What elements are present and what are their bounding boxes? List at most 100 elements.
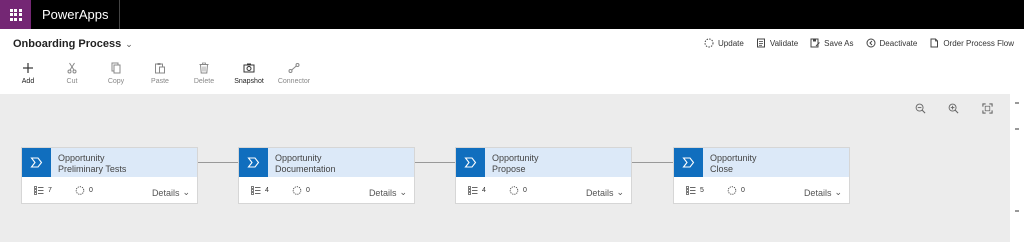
stage-name: Opportunity Close xyxy=(710,153,757,175)
snapshot-label: Snapshot xyxy=(234,78,264,85)
paste-icon xyxy=(155,63,165,74)
steps-count-value: 7 xyxy=(48,187,52,194)
update-label: Update xyxy=(718,38,744,48)
scissors-icon xyxy=(67,62,77,74)
validate-icon xyxy=(756,38,765,48)
stage-card[interactable]: Opportunity Propose 4 0 Details ⌄ xyxy=(455,147,632,204)
steps-list-icon xyxy=(251,186,261,195)
app-header-bar: PowerApps xyxy=(0,0,1024,29)
snapshot-button[interactable]: Snapshot xyxy=(226,62,272,85)
stage-footer: 7 0 Details ⌄ xyxy=(22,177,197,205)
process-title-dropdown[interactable]: Onboarding Process ⌄ xyxy=(13,38,133,50)
fit-to-screen-button[interactable] xyxy=(982,101,996,115)
validate-button[interactable]: Validate xyxy=(756,38,798,48)
trash-icon xyxy=(199,62,209,74)
validate-label: Validate xyxy=(769,38,799,48)
details-toggle[interactable]: Details ⌄ xyxy=(152,187,190,198)
steps-count: 5 xyxy=(686,186,704,195)
stage-chevron-icon xyxy=(30,157,43,168)
connector-icon xyxy=(288,63,300,73)
zoom-in-button[interactable] xyxy=(948,101,962,115)
stage-name: Opportunity Propose xyxy=(492,153,539,175)
zoom-out-icon xyxy=(915,103,926,114)
add-label: Add xyxy=(21,78,35,85)
save-as-button[interactable]: Save As xyxy=(810,38,854,48)
delete-label: Delete xyxy=(193,78,215,85)
zoom-in-icon xyxy=(948,103,959,114)
cut-label: Cut xyxy=(66,78,78,85)
steps-count: 7 xyxy=(34,186,52,195)
paste-button[interactable]: Paste xyxy=(138,62,182,85)
details-label: Details xyxy=(151,187,180,198)
order-process-flow-button[interactable]: Order Process Flow xyxy=(929,38,1014,48)
delete-button[interactable]: Delete xyxy=(182,62,226,85)
details-toggle[interactable]: Details ⌄ xyxy=(586,187,624,198)
app-name[interactable]: PowerApps xyxy=(31,0,120,29)
stage-footer: 4 0 Details ⌄ xyxy=(456,177,631,205)
steps-list-icon xyxy=(468,186,478,195)
deactivate-button[interactable]: Deactivate xyxy=(866,38,918,48)
zoom-out-button[interactable] xyxy=(915,101,929,115)
stage-header[interactable]: Opportunity Close xyxy=(674,148,849,177)
steps-count: 4 xyxy=(468,186,486,195)
conditions-icon xyxy=(509,186,519,195)
copy-icon xyxy=(111,62,121,74)
right-panel-edge xyxy=(1010,94,1024,242)
copy-button[interactable]: Copy xyxy=(94,62,138,85)
stage-name: Opportunity Documentation xyxy=(275,153,336,175)
stage-card[interactable]: Opportunity Documentation 4 0 Details ⌄ xyxy=(238,147,415,204)
stage-name-line1: Opportunity xyxy=(710,153,757,163)
stage-name-line2: Documentation xyxy=(275,164,336,174)
stage-footer: 5 0 Details ⌄ xyxy=(674,177,849,205)
conditions-count: 0 xyxy=(727,186,745,195)
stage-icon-box xyxy=(456,148,485,177)
fit-to-screen-icon xyxy=(982,103,993,114)
stage-name: Opportunity Preliminary Tests xyxy=(58,153,126,175)
save-as-icon xyxy=(810,38,821,48)
stage-name-line2: Propose xyxy=(492,164,526,174)
stage-connector-line xyxy=(632,162,673,163)
stage-footer: 4 0 Details ⌄ xyxy=(239,177,414,205)
steps-list-icon xyxy=(686,186,696,195)
stage-name-line1: Opportunity xyxy=(58,153,105,163)
paste-label: Paste xyxy=(151,78,169,85)
connector-label: Connector xyxy=(277,78,311,85)
stage-connector-line xyxy=(415,162,455,163)
conditions-count: 0 xyxy=(75,186,93,195)
app-launcher-button[interactable] xyxy=(0,0,31,29)
stage-header[interactable]: Opportunity Documentation xyxy=(239,148,414,177)
chevron-down-icon: ⌄ xyxy=(182,187,190,197)
toolbar: Add Cut Copy Paste Delete Snapshot Conne… xyxy=(6,62,316,85)
conditions-icon xyxy=(292,186,302,195)
stage-card[interactable]: Opportunity Close 5 0 Details ⌄ xyxy=(673,147,850,204)
order-process-flow-label: Order Process Flow xyxy=(943,38,1014,48)
stage-card[interactable]: Opportunity Preliminary Tests 7 0 Detail… xyxy=(21,147,198,204)
details-toggle[interactable]: Details ⌄ xyxy=(804,187,842,198)
conditions-count: 0 xyxy=(509,186,527,195)
update-button[interactable]: Update xyxy=(704,38,744,48)
stage-name-line2: Preliminary Tests xyxy=(58,164,127,174)
cut-button[interactable]: Cut xyxy=(50,62,94,85)
command-actions: Update Validate Save As Deactivate Order… xyxy=(704,38,1014,48)
stage-header[interactable]: Opportunity Preliminary Tests xyxy=(22,148,197,177)
copy-label: Copy xyxy=(107,78,125,85)
conditions-count: 0 xyxy=(292,186,310,195)
connector-button[interactable]: Connector xyxy=(272,62,316,85)
stage-connector-line xyxy=(198,162,238,163)
conditions-icon xyxy=(75,186,85,195)
stage-header[interactable]: Opportunity Propose xyxy=(456,148,631,177)
stage-icon-box xyxy=(674,148,703,177)
chevron-down-icon: ⌄ xyxy=(616,187,624,197)
save-as-label: Save As xyxy=(824,38,854,48)
details-label: Details xyxy=(368,187,397,198)
details-toggle[interactable]: Details ⌄ xyxy=(369,187,407,198)
conditions-count-value: 0 xyxy=(741,187,745,194)
steps-count-value: 4 xyxy=(265,187,269,194)
stage-icon-box xyxy=(239,148,268,177)
deactivate-label: Deactivate xyxy=(879,38,918,48)
details-label: Details xyxy=(585,187,614,198)
stage-name-line2: Close xyxy=(710,164,734,174)
add-button[interactable]: Add xyxy=(6,62,50,85)
details-label: Details xyxy=(803,187,832,198)
conditions-count-value: 0 xyxy=(523,187,527,194)
